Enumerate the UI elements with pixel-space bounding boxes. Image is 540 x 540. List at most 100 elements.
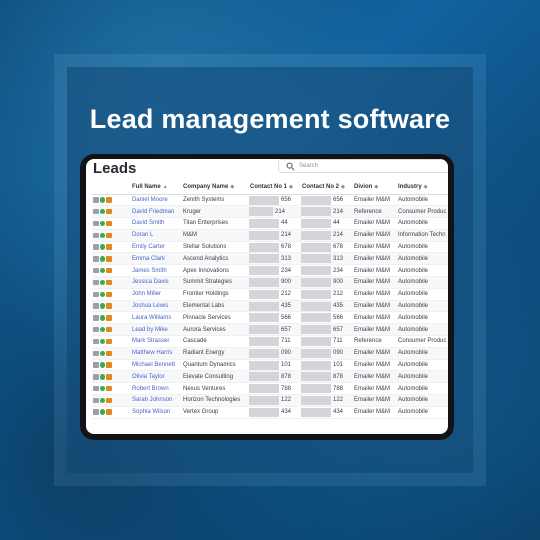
table-row[interactable]: Sophia Wilson Vertex Group 434 434 Emailer M… [92,406,448,419]
table-row[interactable]: Emma Clark Ascend Analytics 313 313 Emailer … [92,252,448,266]
table-row[interactable]: Joshua Lewis Elemental Labs 435 435 Emailer … [92,300,448,313]
info-icon[interactable] [99,362,105,368]
lead-name-link[interactable]: David Smith [131,217,182,230]
lead-name-link[interactable]: Jessica Davis [131,276,182,289]
briefcase-icon[interactable] [106,197,112,203]
lead-name-link[interactable]: Lead by Mike [131,323,182,337]
document-icon[interactable] [93,350,99,356]
lead-name-link[interactable]: Emma Clark [131,252,182,266]
header-division[interactable]: Divion ◆ [353,180,397,195]
lead-name-link[interactable]: Doran L [131,229,182,242]
lead-name-link[interactable]: Laura Williams [131,311,182,325]
lead-name-link[interactable]: Mark Strasser [131,335,182,348]
briefcase-icon[interactable] [106,385,112,392]
document-icon[interactable] [93,315,99,321]
lead-name-link[interactable]: David Friedman [131,205,182,219]
document-icon[interactable] [93,232,99,239]
lead-name-link[interactable]: Michael Bennett [131,359,182,372]
table-row[interactable]: John Miller Frontier Holdings 212 212 Emaile… [92,288,448,301]
document-icon[interactable] [93,256,99,262]
lead-name-link[interactable]: Robert Brown [131,382,182,396]
table-row[interactable]: James Smith Apex Innovations 234 234 Emailer… [92,264,448,278]
info-icon[interactable] [99,279,105,286]
briefcase-icon[interactable] [106,220,112,227]
briefcase-icon[interactable] [106,409,112,415]
briefcase-icon[interactable] [106,315,112,321]
info-icon[interactable] [99,374,105,380]
header-contact-no-1[interactable]: Contact No 1 ◆ [249,180,301,195]
table-row[interactable]: Sarah Johnson Horizon Technologies 122 122 E… [92,394,448,407]
lead-name-link[interactable]: Olivia Taylor [131,370,182,384]
lead-name-link[interactable]: James Smith [131,264,182,278]
document-icon[interactable] [93,197,99,203]
lead-name-link[interactable]: Joshua Lewis [131,300,182,313]
info-icon[interactable] [99,291,105,298]
lead-name-link[interactable]: John Miller [131,288,182,301]
document-icon[interactable] [93,303,99,309]
document-icon[interactable] [93,338,99,345]
document-icon[interactable] [93,385,99,392]
info-icon[interactable] [99,338,105,345]
info-icon[interactable] [99,220,105,227]
document-icon[interactable] [93,409,99,415]
info-icon[interactable] [99,232,105,239]
info-icon[interactable] [99,385,105,392]
info-icon[interactable] [99,326,105,333]
briefcase-icon[interactable] [106,244,112,250]
header-full-name[interactable]: Full Name ▲ [131,180,182,195]
table-row[interactable]: Jessica Davis Summit Strategies 900 900 Emai… [92,276,448,289]
briefcase-icon[interactable] [106,374,112,380]
lead-name-link[interactable]: Emily Carter [131,241,182,254]
document-icon[interactable] [93,291,99,298]
briefcase-icon[interactable] [106,303,112,309]
lead-name-link[interactable]: Sophia Wilson [131,406,182,419]
table-row[interactable]: Laura Williams Pinnacle Services 566 566 Ema… [92,311,448,325]
info-icon[interactable] [99,197,105,203]
table-row[interactable]: Lead by Mike Aurora Services 657 657 Emailer… [92,323,448,337]
document-icon[interactable] [93,208,99,215]
briefcase-icon[interactable] [106,232,112,239]
document-icon[interactable] [93,362,99,368]
document-icon[interactable] [93,267,99,274]
document-icon[interactable] [93,326,99,333]
info-icon[interactable] [99,267,105,274]
briefcase-icon[interactable] [106,397,112,404]
briefcase-icon[interactable] [106,267,112,274]
document-icon[interactable] [93,220,99,227]
table-row[interactable]: Doran L M&M 214 214 Emailer M&M Information T… [92,229,448,242]
table-row[interactable]: Emily Carter Stellar Solutions 678 678 Email… [92,241,448,254]
briefcase-icon[interactable] [106,208,112,215]
header-company-name[interactable]: Company Name ◆ [182,180,249,195]
document-icon[interactable] [93,374,99,380]
info-icon[interactable] [99,315,105,321]
briefcase-icon[interactable] [106,350,112,356]
document-icon[interactable] [93,244,99,250]
briefcase-icon[interactable] [106,338,112,345]
info-icon[interactable] [99,303,105,309]
lead-name-link[interactable]: Sarah Johnson [131,394,182,407]
table-row[interactable]: Daniel Moore Zenith Systems 656 656 Emailer … [92,194,448,207]
table-row[interactable]: Matthew Harris Radiant Energy 090 090 Emaile… [92,347,448,360]
lead-name-link[interactable]: Matthew Harris [131,347,182,360]
lead-name-link[interactable]: Daniel Moore [131,194,182,207]
table-row[interactable]: David Friedman Kruger 214 214 Reference Consu… [92,205,448,219]
info-icon[interactable] [99,256,105,262]
briefcase-icon[interactable] [106,291,112,298]
briefcase-icon[interactable] [106,362,112,368]
info-icon[interactable] [99,397,105,404]
info-icon[interactable] [99,350,105,356]
table-row[interactable]: David Smith Titan Enterprises 44 44 Emailer … [92,217,448,230]
table-row[interactable]: Michael Bennett Quantum Dynamics 101 101 Ema… [92,359,448,372]
header-contact-no-2[interactable]: Contact No 2 ◆ [301,180,353,195]
table-row[interactable]: Mark Strasser Cascade 711 711 Reference Consu… [92,335,448,348]
briefcase-icon[interactable] [106,256,112,262]
info-icon[interactable] [99,244,105,250]
document-icon[interactable] [93,279,99,286]
table-row[interactable]: Olivia Taylor Elevate Consulting 878 878 Ema… [92,370,448,384]
briefcase-icon[interactable] [106,326,112,333]
header-industry[interactable]: Industry ◆ [397,180,448,195]
document-icon[interactable] [93,397,99,404]
search-input[interactable]: Search [278,159,448,173]
info-icon[interactable] [99,208,105,215]
info-icon[interactable] [99,409,105,415]
